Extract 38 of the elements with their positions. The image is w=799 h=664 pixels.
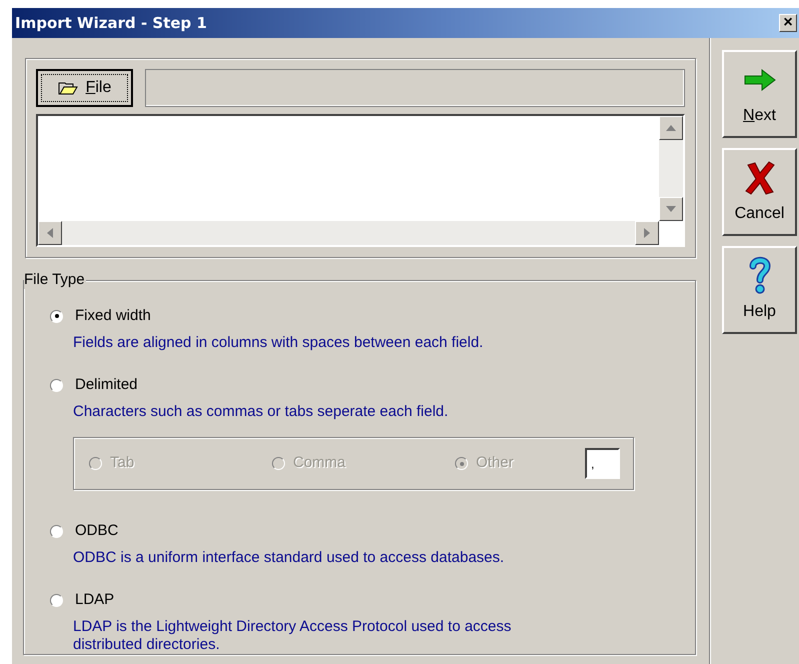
- option-label: Comma: [293, 453, 346, 474]
- scroll-down-button[interactable]: [659, 197, 683, 221]
- option-description: Characters such as commas or tabs seperate each field.: [73, 403, 450, 421]
- folder-icon: [58, 81, 78, 95]
- window-title: Import Wizard - Step 1: [15, 12, 207, 34]
- file-path-field[interactable]: [145, 69, 685, 107]
- option-label: Delimited: [75, 374, 138, 395]
- down-arrow-icon: [666, 206, 676, 212]
- left-arrow-icon: [47, 228, 53, 238]
- option-label: Other: [476, 453, 514, 474]
- preview-area[interactable]: [36, 114, 685, 247]
- group-legend: File Type: [24, 271, 86, 289]
- next-button[interactable]: Next: [722, 50, 797, 138]
- horizontal-scrollbar[interactable]: [38, 221, 659, 245]
- radio-button[interactable]: [50, 524, 63, 538]
- radio-button[interactable]: [50, 378, 63, 392]
- option-description: ODBC is a uniform interface standard used to access databases.: [73, 549, 506, 567]
- help-button[interactable]: Help: [722, 246, 797, 334]
- file-button[interactable]: File: [36, 69, 133, 107]
- scroll-right-button[interactable]: [635, 221, 659, 245]
- option-label: ODBC: [75, 520, 118, 541]
- scroll-up-button[interactable]: [659, 116, 683, 140]
- close-icon: [744, 161, 774, 195]
- option-label: Fixed width: [75, 306, 151, 326]
- radio-button[interactable]: [50, 310, 63, 322]
- option-description: Fields are aligned in columns with spaces between each field.: [73, 334, 484, 352]
- option-label: LDAP: [75, 590, 114, 610]
- help-icon: [748, 256, 772, 296]
- close-button[interactable]: ×: [779, 14, 797, 32]
- right-arrow-icon: [644, 228, 650, 238]
- arrow-right-icon: [744, 69, 776, 91]
- cancel-button[interactable]: Cancel: [722, 148, 797, 236]
- up-arrow-icon: [666, 125, 676, 131]
- radio-button[interactable]: [50, 594, 63, 606]
- option-description: LDAP is the Lightweight Directory Access Protocol used to access distributed directories.: [73, 618, 512, 654]
- option-label: Tab: [110, 453, 134, 474]
- vertical-scrollbar[interactable]: [659, 116, 683, 221]
- scroll-left-button[interactable]: [38, 221, 62, 245]
